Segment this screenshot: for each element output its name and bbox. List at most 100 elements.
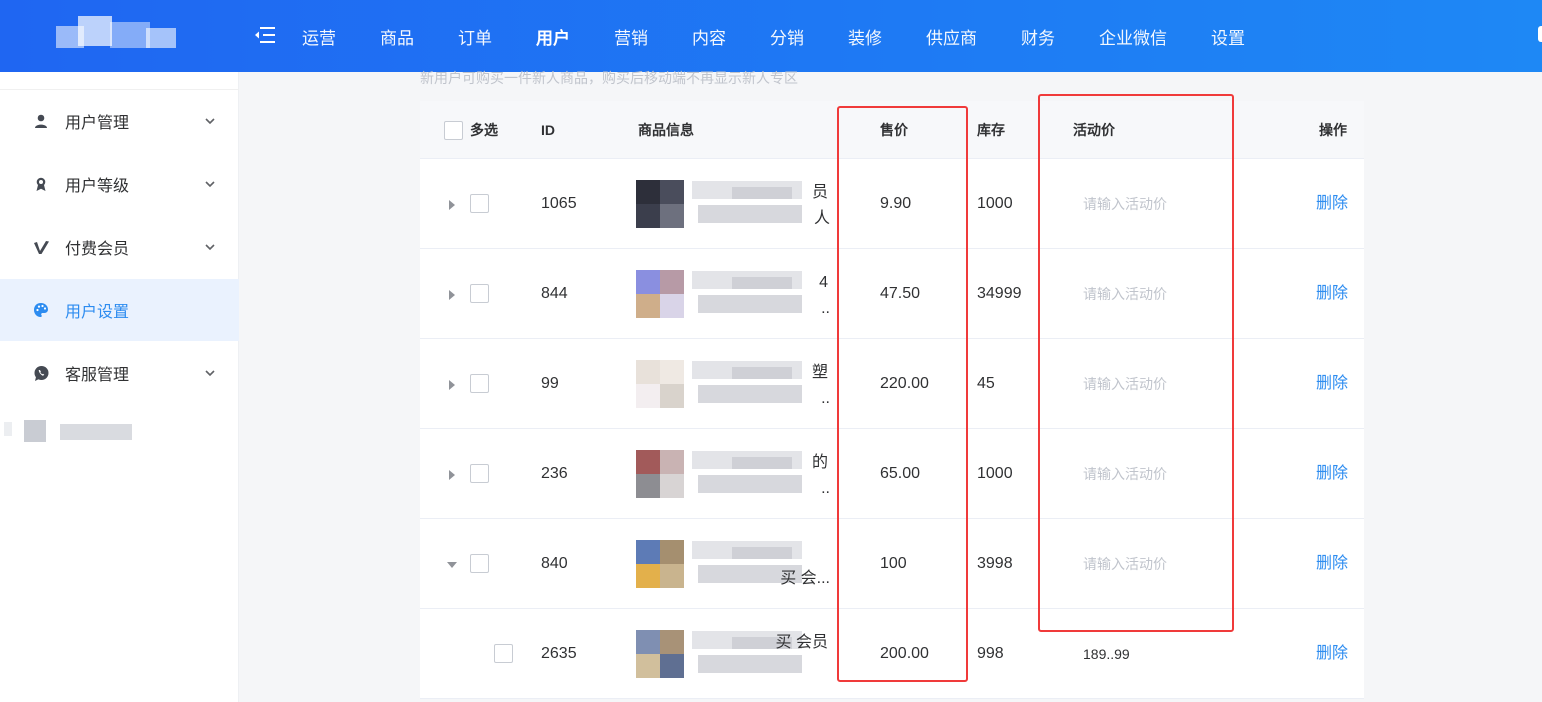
nav-item[interactable]: 装修 bbox=[848, 24, 882, 49]
product-name-line2: .. bbox=[821, 390, 830, 407]
row-stock: 34999 bbox=[977, 285, 1022, 302]
row-id: 844 bbox=[541, 285, 568, 302]
row-stock: 45 bbox=[977, 375, 995, 392]
row-id: 1065 bbox=[541, 195, 577, 212]
col-id-header: ID bbox=[541, 122, 555, 138]
caret-right-icon[interactable] bbox=[446, 378, 458, 390]
nav-item[interactable]: 商品 bbox=[380, 24, 414, 49]
nav-item[interactable]: 营销 bbox=[614, 24, 648, 49]
row-checkbox[interactable] bbox=[470, 464, 489, 483]
col-actions-header: 操作 bbox=[1319, 122, 1347, 138]
menu-collapse-icon[interactable] bbox=[254, 26, 276, 44]
delete-button[interactable]: 删除 bbox=[1316, 249, 1348, 339]
delete-button[interactable]: 删除 bbox=[1316, 429, 1348, 519]
brand-logo[interactable] bbox=[48, 12, 180, 60]
caret-right-icon[interactable] bbox=[446, 288, 458, 300]
activity-price-input[interactable]: 请输入活动价 bbox=[1083, 249, 1167, 339]
product-name-redacted bbox=[692, 357, 812, 411]
activity-price-input[interactable]: 请输入活动价 bbox=[1083, 429, 1167, 519]
row-checkbox[interactable] bbox=[470, 194, 489, 213]
caret-down-icon[interactable] bbox=[446, 558, 458, 570]
row-stock: 3998 bbox=[977, 555, 1013, 572]
chevron-down-icon[interactable] bbox=[203, 240, 217, 254]
table-body: 1065 员人 9.90 1000 请输入活动价 删除 844 4.. 47.50 34999 请输… bbox=[420, 159, 1364, 699]
whatsapp-icon bbox=[32, 364, 50, 382]
product-name-line1: 的 bbox=[811, 454, 828, 471]
row-checkbox[interactable] bbox=[494, 644, 513, 663]
sidebar-item-label: 用户设置 bbox=[65, 304, 130, 321]
row-id: 236 bbox=[541, 465, 568, 482]
row-price: 65.00 bbox=[880, 465, 921, 482]
product-thumbnail[interactable] bbox=[636, 540, 684, 588]
product-thumbnail[interactable] bbox=[636, 450, 684, 498]
row-checkbox[interactable] bbox=[470, 284, 489, 303]
sidebar-item[interactable]: 客服管理 bbox=[0, 342, 239, 404]
nav-item[interactable]: 运营 bbox=[302, 24, 336, 49]
row-checkbox[interactable] bbox=[470, 554, 489, 573]
product-name-redacted bbox=[692, 177, 812, 231]
row-stock: 1000 bbox=[977, 195, 1013, 212]
vimeo-v-icon bbox=[32, 238, 50, 256]
nav-item[interactable]: 内容 bbox=[692, 24, 726, 49]
nav-item[interactable]: 财务 bbox=[1021, 24, 1055, 49]
sidebar-item[interactable]: 付费会员 bbox=[0, 216, 239, 278]
sidebar-item[interactable]: 用户设置 bbox=[0, 279, 239, 341]
sidebar-item-label: 用户管理 bbox=[65, 115, 130, 132]
row-price: 100 bbox=[880, 555, 907, 572]
caret-right-icon[interactable] bbox=[446, 198, 458, 210]
chevron-down-icon[interactable] bbox=[203, 114, 217, 128]
nav-item[interactable]: 企业微信 bbox=[1099, 24, 1167, 49]
delete-button[interactable]: 删除 bbox=[1316, 609, 1348, 699]
sidebar-item[interactable]: 用户等级 bbox=[0, 153, 239, 215]
sidebar-item[interactable]: 用户管理 bbox=[0, 90, 239, 152]
row-price: 220.00 bbox=[880, 375, 929, 392]
delete-button[interactable]: 删除 bbox=[1316, 159, 1348, 249]
delete-button[interactable]: 删除 bbox=[1316, 519, 1348, 609]
product-name-line1: 塑 bbox=[811, 364, 828, 381]
product-name-line2: 买 会... bbox=[780, 570, 830, 587]
nav-item[interactable]: 分销 bbox=[770, 24, 804, 49]
row-stock: 998 bbox=[977, 645, 1004, 662]
col-select-header: 多选 bbox=[470, 122, 498, 138]
activity-price-input[interactable]: 请输入活动价 bbox=[1083, 519, 1167, 609]
row-id: 99 bbox=[541, 375, 559, 392]
row-checkbox[interactable] bbox=[470, 374, 489, 393]
table-row: 840 买 会... 100 3998 请输入活动价 删除 bbox=[420, 519, 1364, 609]
nav-item[interactable]: 供应商 bbox=[926, 24, 977, 49]
topbar-edge-indicator bbox=[1538, 26, 1542, 42]
product-name-redacted bbox=[692, 447, 812, 501]
col-stock-header: 库存 bbox=[977, 122, 1005, 138]
activity-price-input[interactable]: 请输入活动价 bbox=[1083, 159, 1167, 249]
new-user-hint-text: 新用户可购买一件新人商品，购买后移动端不再显示新人专区 bbox=[420, 70, 798, 86]
product-name-line2: 人 bbox=[813, 210, 830, 227]
product-name-line2: .. bbox=[821, 480, 830, 497]
blurred-sidebar-item[interactable] bbox=[0, 418, 239, 448]
chevron-down-icon[interactable] bbox=[203, 366, 217, 380]
award-icon bbox=[32, 175, 50, 193]
product-thumbnail[interactable] bbox=[636, 630, 684, 678]
table-row: 99 塑.. 220.00 45 请输入活动价 删除 bbox=[420, 339, 1364, 429]
activity-price-input[interactable]: 请输入活动价 bbox=[1083, 339, 1167, 429]
sidebar-item-label: 用户等级 bbox=[65, 178, 130, 195]
select-all-checkbox[interactable] bbox=[444, 121, 463, 140]
table-header: 多选 ID 商品信息 售价 库存 活动价 操作 bbox=[420, 101, 1364, 159]
col-info-header: 商品信息 bbox=[638, 122, 694, 138]
table-row: 1065 员人 9.90 1000 请输入活动价 删除 bbox=[420, 159, 1364, 249]
nav-item[interactable]: 设置 bbox=[1211, 24, 1245, 49]
product-thumbnail[interactable] bbox=[636, 360, 684, 408]
chevron-down-icon[interactable] bbox=[203, 177, 217, 191]
product-name-line1: 买 会员 bbox=[775, 634, 828, 651]
nav-item[interactable]: 用户 bbox=[536, 24, 570, 49]
product-thumbnail[interactable] bbox=[636, 270, 684, 318]
nav-item[interactable]: 订单 bbox=[458, 24, 492, 49]
activity-price-input[interactable]: 189..99 bbox=[1083, 609, 1130, 699]
product-thumbnail[interactable] bbox=[636, 180, 684, 228]
row-price: 200.00 bbox=[880, 645, 929, 662]
caret-right-icon[interactable] bbox=[446, 468, 458, 480]
table-row-child: 2635 买 会员 200.00 998 189..99 删除 bbox=[420, 609, 1364, 699]
row-id: 840 bbox=[541, 555, 568, 572]
row-price: 47.50 bbox=[880, 285, 921, 302]
table-row: 844 4.. 47.50 34999 请输入活动价 删除 bbox=[420, 249, 1364, 339]
product-name-redacted bbox=[692, 267, 812, 321]
delete-button[interactable]: 删除 bbox=[1316, 339, 1348, 429]
